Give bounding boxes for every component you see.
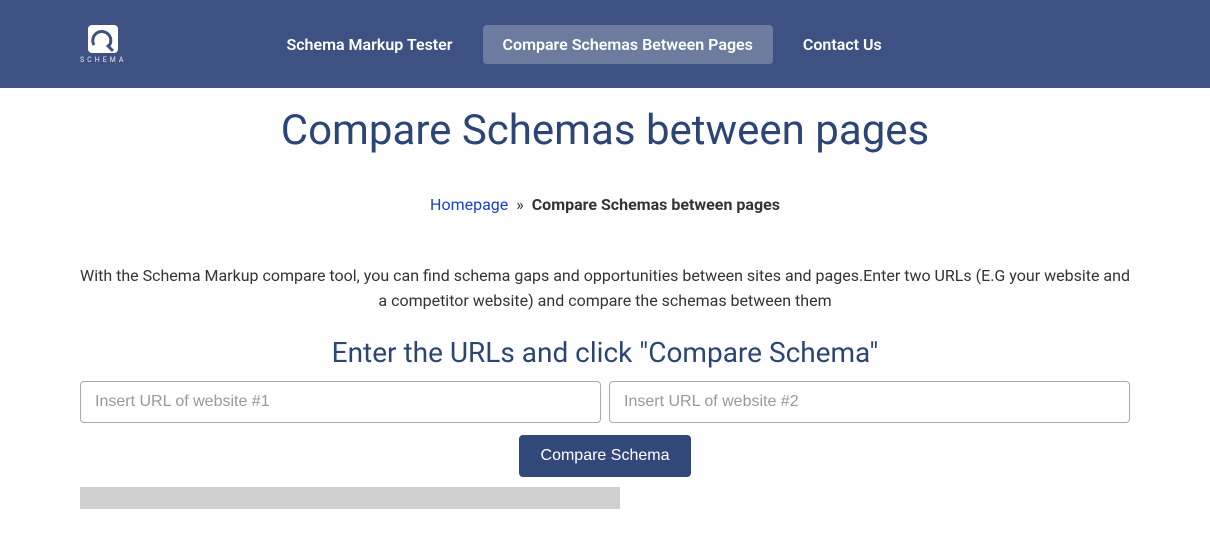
url2-input[interactable]: [609, 381, 1130, 423]
breadcrumb: Homepage » Compare Schemas between pages: [80, 195, 1130, 214]
breadcrumb-separator: »: [516, 195, 524, 214]
logo-text: SCHEMA: [80, 56, 126, 64]
compare-schema-button[interactable]: Compare Schema: [519, 435, 692, 477]
main-nav: Schema Markup Tester Compare Schemas Bet…: [266, 25, 901, 64]
result-placeholder: [80, 487, 620, 509]
breadcrumb-home-link[interactable]: Homepage: [430, 195, 508, 214]
nav-item-compare[interactable]: Compare Schemas Between Pages: [483, 25, 773, 64]
nav-item-contact[interactable]: Contact Us: [783, 25, 902, 64]
nav-item-tester[interactable]: Schema Markup Tester: [266, 25, 472, 64]
main-content: Compare Schemas between pages Homepage »…: [0, 106, 1210, 509]
url1-input[interactable]: [80, 381, 601, 423]
page-title: Compare Schemas between pages: [80, 106, 1130, 155]
logo[interactable]: SCHEMA: [80, 25, 126, 64]
logo-icon: [88, 25, 118, 53]
page-description: With the Schema Markup compare tool, you…: [80, 264, 1130, 314]
url-input-row: [80, 381, 1130, 423]
form-title: Enter the URLs and click "Compare Schema…: [80, 336, 1130, 369]
header: SCHEMA Schema Markup Tester Compare Sche…: [0, 0, 1210, 88]
submit-row: Compare Schema: [80, 435, 1130, 477]
breadcrumb-current: Compare Schemas between pages: [532, 195, 780, 214]
